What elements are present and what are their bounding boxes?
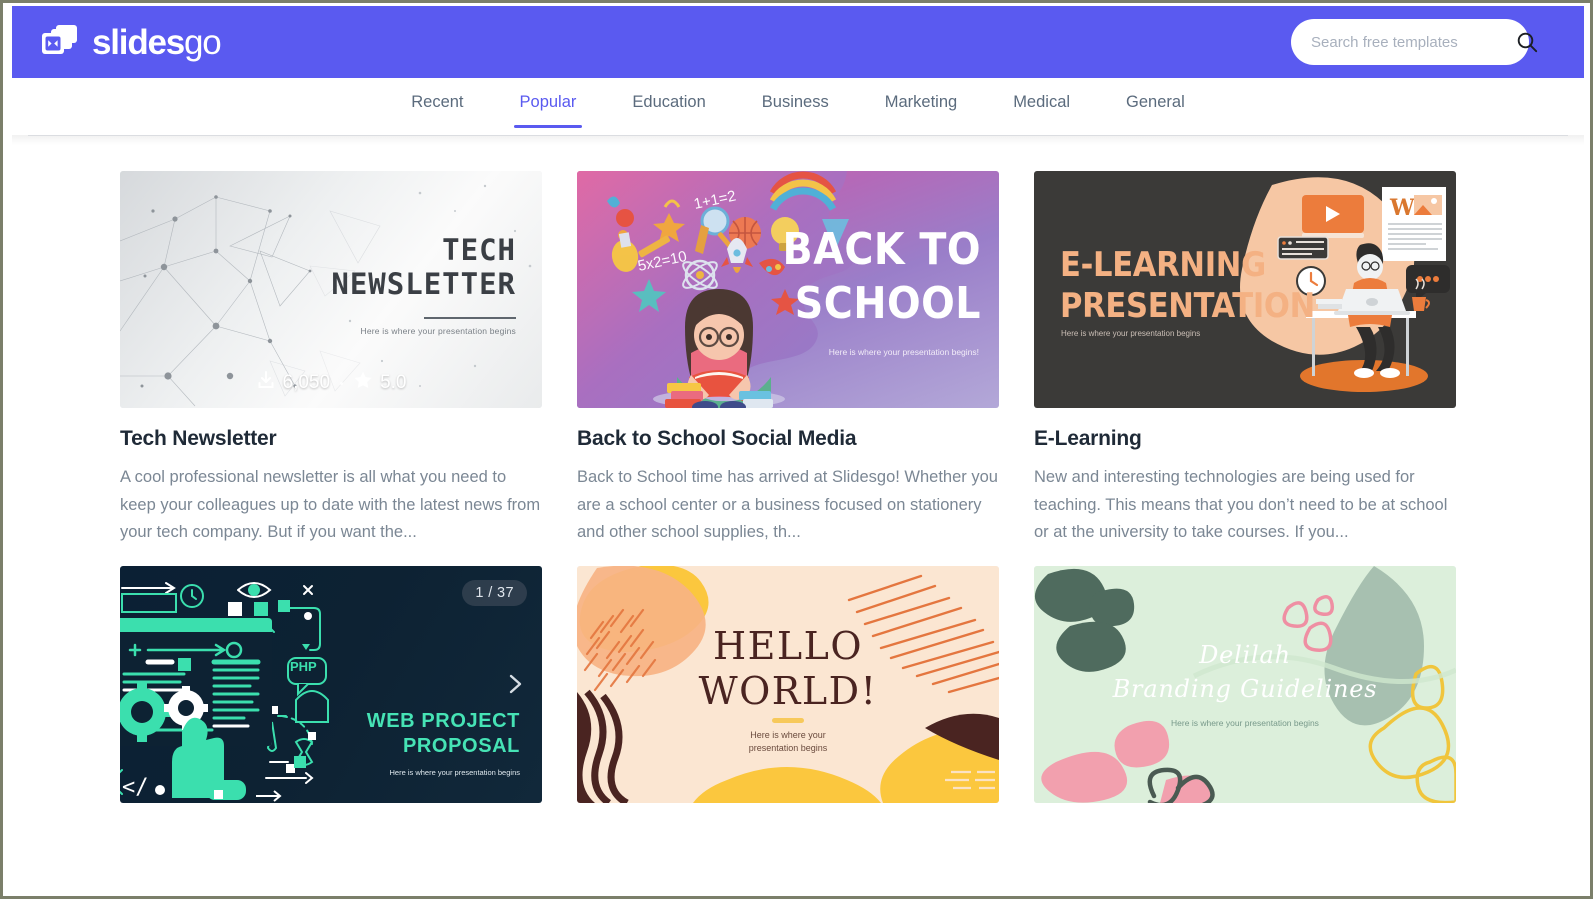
search-icon[interactable] — [1516, 31, 1538, 53]
rating: 5.0 — [353, 370, 406, 396]
search-input[interactable] — [1311, 33, 1510, 51]
card-description: Back to School time has arrived at Slide… — [577, 468, 998, 541]
tab-medical[interactable]: Medical — [985, 78, 1098, 128]
card-description: New and interesting technologies are bei… — [1034, 468, 1448, 541]
thumb-rule — [772, 717, 804, 723]
tab-recent[interactable]: Recent — [383, 78, 491, 128]
card-description: A cool professional newsletter is all wh… — [120, 468, 541, 541]
back-to-school-artwork: 1+1=2 5x2=10 BACK TO SCHOOL Here is wher… — [577, 171, 999, 408]
thumb-rule — [424, 317, 516, 319]
tab-marketing[interactable]: Marketing — [857, 78, 985, 128]
star-icon — [353, 370, 373, 396]
template-thumbnail[interactable]: Delilah Branding Guidelines Here is where… — [1034, 565, 1456, 803]
stats-separator — [340, 381, 344, 385]
brand-wordmark: slidesgo — [92, 22, 222, 62]
thumb-subtitle: Here is where your presentation begins — [748, 729, 828, 753]
download-count: 6,050 — [256, 370, 331, 396]
rating-value: 5.0 — [380, 372, 407, 393]
thumb-subtitle: Here is where your presentation begins — [360, 326, 516, 336]
template-thumbnail[interactable]: 1+1=2 5x2=10 BACK TO SCHOOL Here is wher… — [577, 171, 999, 408]
template-card-web-project-proposal[interactable]: </ PHP WEB PROJECT PROPOSAL Here is where… — [120, 565, 542, 822]
tab-business[interactable]: Business — [734, 78, 857, 128]
brand-name-bold: slides — [92, 22, 185, 62]
tab-general[interactable]: General — [1098, 78, 1213, 128]
template-thumbnail[interactable]: W E-LEARNING PRESENTATION Here is where … — [1034, 171, 1456, 408]
template-card-e-learning[interactable]: W E-LEARNING PRESENTATION Here is where … — [1034, 171, 1456, 547]
search-bar[interactable] — [1291, 19, 1538, 65]
card-title: E-Learning — [1034, 427, 1142, 450]
browser-frame: slidesgo Recent Popular Education Busine… — [0, 0, 1593, 899]
thumb-heading: BACK TO SCHOOL — [782, 224, 981, 329]
template-thumbnail[interactable]: HELLO WORLD! Here is where your presentati… — [577, 565, 999, 803]
chevron-right-icon[interactable] — [502, 671, 528, 697]
thumb-subtitle: Here is where your presentation begins — [1061, 329, 1201, 338]
template-thumbnail[interactable]: TECH NEWSLETTER Here is where your presen… — [120, 171, 542, 408]
thumb-heading: WEB PROJECT PROPOSAL — [366, 709, 520, 757]
slide-counter: 1 / 37 — [462, 579, 527, 606]
thumb-heading: E-LEARNING PRESENTATION — [1060, 245, 1315, 326]
template-thumbnail[interactable]: </ PHP WEB PROJECT PROPOSAL Here is where… — [120, 565, 542, 803]
thumb-subtitle: Here is where your presentation begins! — [828, 347, 979, 357]
card-title: Back to School Social Media — [577, 427, 857, 450]
nav-shadow — [12, 135, 1584, 145]
template-stats: 6,050 5.0 — [120, 370, 542, 396]
download-icon — [256, 370, 276, 396]
thumb-subtitle: Here is where your presentation begins — [1171, 717, 1319, 728]
site-header: slidesgo — [12, 6, 1584, 78]
svg-text:PHP: PHP — [290, 659, 317, 674]
template-grid: TECH NEWSLETTER Here is where your presen… — [120, 171, 1460, 822]
thumb-heading: Delilah Branding Guidelines — [1112, 640, 1378, 703]
thumb-heading: TECH NEWSLETTER — [331, 233, 516, 301]
delilah-branding-artwork: Delilah Branding Guidelines Here is where… — [1034, 565, 1456, 803]
tab-education[interactable]: Education — [604, 78, 733, 128]
slides-stack-icon — [40, 24, 80, 60]
brand-name-light: go — [184, 22, 222, 62]
download-count-value: 6,050 — [282, 372, 331, 393]
template-card-back-to-school[interactable]: 1+1=2 5x2=10 BACK TO SCHOOL Here is wher… — [577, 171, 999, 547]
thumb-heading: HELLO WORLD! — [698, 623, 878, 713]
brand-logo[interactable]: slidesgo — [40, 22, 222, 62]
template-card-tech-newsletter[interactable]: TECH NEWSLETTER Here is where your presen… — [120, 171, 542, 547]
tab-popular[interactable]: Popular — [492, 78, 605, 128]
svg-text:W: W — [1389, 195, 1415, 221]
card-title: Tech Newsletter — [120, 427, 277, 450]
e-learning-artwork: W E-LEARNING PRESENTATION Here is where … — [1034, 171, 1456, 408]
hello-world-artwork: HELLO WORLD! Here is where your presentati… — [577, 565, 999, 803]
svg-text:</: </ — [122, 775, 149, 800]
template-card-delilah-branding-guidelines[interactable]: Delilah Branding Guidelines Here is where… — [1034, 565, 1456, 822]
category-tabs: Recent Popular Education Business Market… — [12, 78, 1584, 135]
template-card-hello-world[interactable]: HELLO WORLD! Here is where your presentati… — [577, 565, 999, 822]
thumb-subtitle: Here is where your presentation begins — [389, 767, 521, 777]
